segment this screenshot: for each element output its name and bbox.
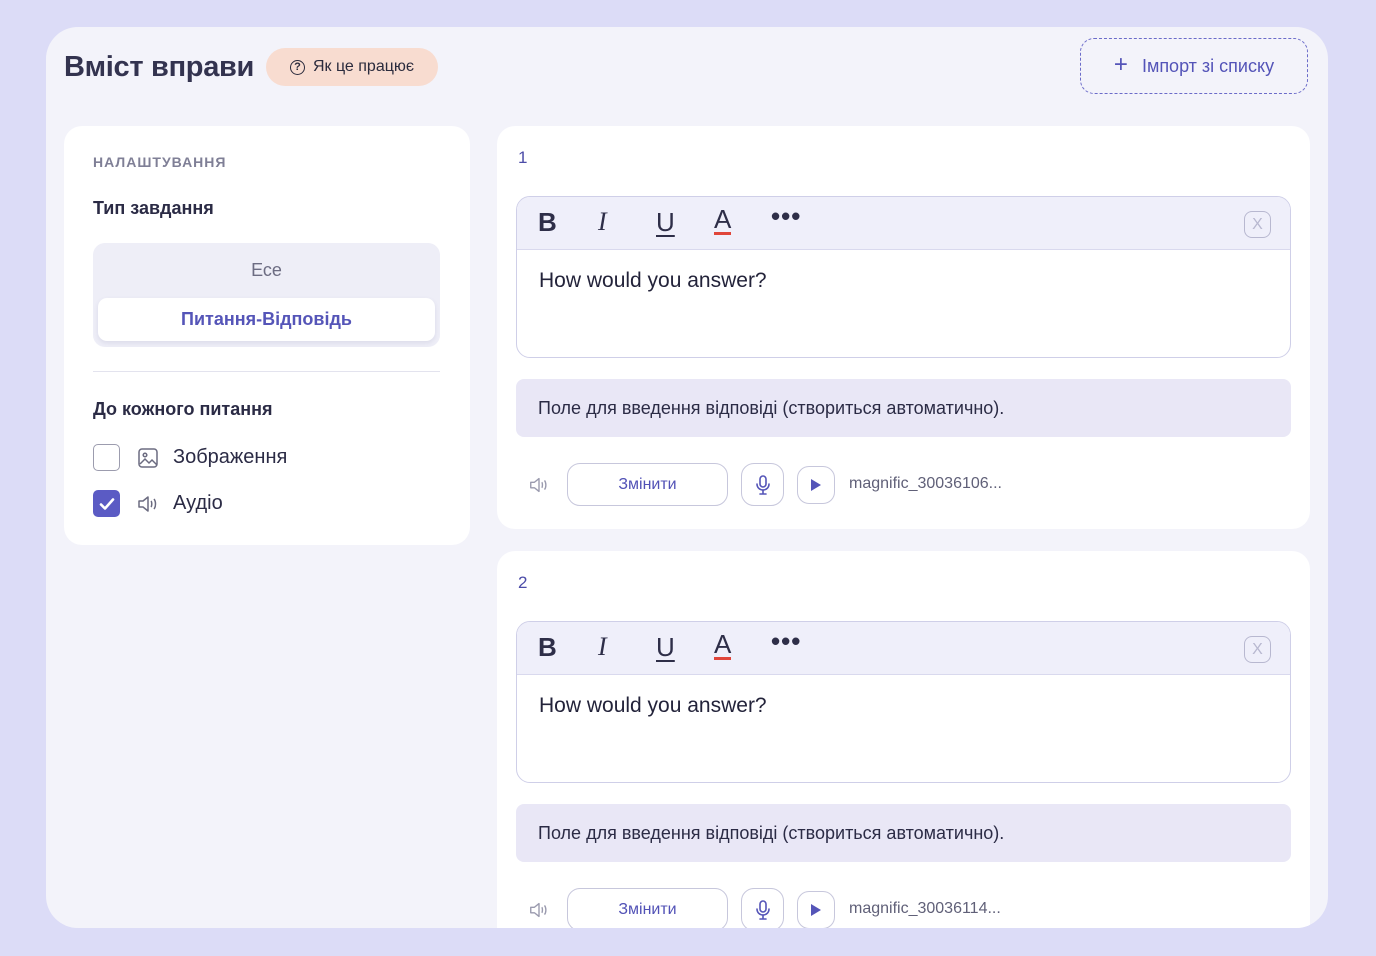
question-number: 2 bbox=[518, 573, 528, 592]
bold-button[interactable]: B bbox=[538, 207, 557, 237]
audio-controls: Змінити magnific_30036114... bbox=[516, 888, 1291, 928]
image-icon bbox=[136, 446, 160, 470]
speaker-icon bbox=[530, 477, 547, 493]
divider bbox=[93, 371, 440, 372]
text-color-button[interactable]: A bbox=[714, 631, 732, 660]
underline-button[interactable]: U bbox=[656, 207, 675, 237]
answer-field-placeholder: Поле для введення відповіді (створиться … bbox=[516, 379, 1291, 437]
audio-option-label: Аудіо bbox=[173, 492, 223, 514]
record-button[interactable] bbox=[741, 463, 784, 506]
underline-button[interactable]: U bbox=[656, 632, 675, 662]
checkmark-icon bbox=[99, 497, 114, 510]
question-card: 2 B I U A ••• X How would you answer? По… bbox=[497, 551, 1310, 928]
close-icon[interactable]: X bbox=[1244, 211, 1271, 238]
more-options-button[interactable]: ••• bbox=[771, 626, 801, 656]
settings-card: НАЛАШТУВАННЯ Тип завдання Есе Питання-Ві… bbox=[64, 126, 470, 545]
change-audio-button[interactable]: Змінити bbox=[567, 888, 728, 928]
question-editor[interactable]: B I U A ••• X How would you answer? bbox=[516, 621, 1291, 783]
task-type-option-essay[interactable]: Есе bbox=[93, 243, 440, 297]
editor-toolbar: B I U A ••• X bbox=[517, 197, 1290, 250]
import-label: Імпорт зі списку bbox=[1141, 55, 1275, 76]
how-it-works-label: Як це працює bbox=[312, 58, 415, 75]
audio-controls: Змінити magnific_30036106... bbox=[516, 463, 1291, 507]
audio-file-name: magnific_30036114... bbox=[849, 900, 1001, 917]
answer-field-placeholder: Поле для введення відповіді (створиться … bbox=[516, 804, 1291, 862]
image-option-label: Зображення bbox=[173, 446, 288, 468]
audio-checkbox[interactable] bbox=[93, 490, 120, 517]
play-icon bbox=[811, 479, 821, 491]
speaker-icon bbox=[136, 492, 160, 516]
task-type-heading: Тип завдання bbox=[93, 198, 214, 218]
question-text[interactable]: How would you answer? bbox=[539, 269, 767, 293]
more-options-button[interactable]: ••• bbox=[771, 201, 801, 231]
task-type-selector: Есе Питання-Відповідь bbox=[93, 243, 440, 347]
question-editor[interactable]: B I U A ••• X How would you answer? bbox=[516, 196, 1291, 358]
play-button[interactable] bbox=[797, 466, 835, 504]
bold-button[interactable]: B bbox=[538, 632, 557, 662]
audio-file-name: magnific_30036106... bbox=[849, 475, 1002, 492]
microphone-icon bbox=[755, 899, 770, 920]
change-audio-button[interactable]: Змінити bbox=[567, 463, 728, 506]
image-checkbox[interactable] bbox=[93, 444, 120, 471]
italic-button[interactable]: I bbox=[598, 207, 607, 237]
play-icon bbox=[811, 904, 821, 916]
option-audio-row[interactable]: Аудіо bbox=[93, 490, 223, 517]
play-button[interactable] bbox=[797, 891, 835, 928]
import-from-list-button[interactable]: + Імпорт зі списку bbox=[1080, 38, 1308, 94]
record-button[interactable] bbox=[741, 888, 784, 928]
microphone-icon bbox=[755, 474, 770, 495]
question-card: 1 B I U A ••• X How would you answer? По… bbox=[497, 126, 1310, 529]
per-question-heading: До кожного питання bbox=[93, 399, 273, 419]
question-text[interactable]: How would you answer? bbox=[539, 694, 767, 718]
text-color-button[interactable]: A bbox=[714, 206, 732, 235]
settings-heading: НАЛАШТУВАННЯ bbox=[93, 154, 227, 170]
page-title: Вміст вправи bbox=[64, 51, 255, 83]
option-image-row[interactable]: Зображення bbox=[93, 444, 287, 471]
task-type-option-qa[interactable]: Питання-Відповідь bbox=[98, 298, 435, 341]
close-icon[interactable]: X bbox=[1244, 636, 1271, 663]
question-number: 1 bbox=[518, 148, 528, 167]
how-it-works-button[interactable]: ? Як це працює bbox=[266, 48, 438, 86]
exercise-content-panel: Вміст вправи ? Як це працює + Імпорт зі … bbox=[46, 27, 1328, 928]
editor-toolbar: B I U A ••• X bbox=[517, 622, 1290, 675]
speaker-icon bbox=[530, 902, 547, 918]
italic-button[interactable]: I bbox=[598, 632, 607, 662]
question-circle-icon: ? bbox=[289, 59, 305, 75]
plus-icon: + bbox=[1113, 51, 1128, 78]
